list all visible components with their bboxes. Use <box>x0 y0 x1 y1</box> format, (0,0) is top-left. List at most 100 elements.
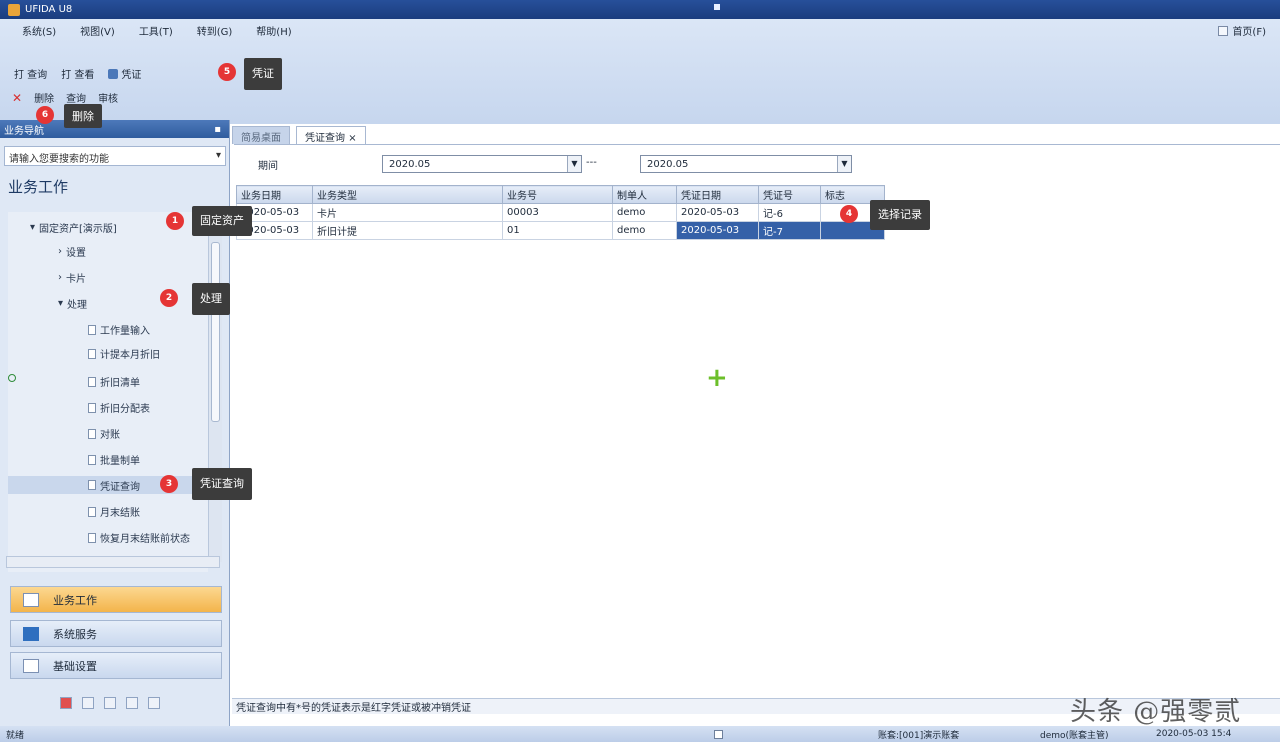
cell[interactable]: 卡片 <box>312 203 503 222</box>
scrollbar-thumb[interactable] <box>211 242 220 422</box>
document-icon <box>88 532 96 543</box>
tree-item-restore[interactable]: 恢复月末结账前状态 <box>88 530 190 545</box>
home-icon <box>1218 25 1229 36</box>
tree-item-workload[interactable]: 工作量输入 <box>88 322 150 337</box>
mini-icon[interactable] <box>82 697 94 709</box>
document-icon <box>88 376 96 387</box>
close-tab-icon[interactable]: × <box>348 133 356 144</box>
delete-button[interactable]: 删除 <box>34 90 54 105</box>
tree-item-depreciation-list[interactable]: 折旧清单 <box>88 374 140 389</box>
tree-label: 设置 <box>66 248 86 259</box>
function-search-input[interactable]: 请输入您要搜索的功能 ▾ <box>4 146 226 166</box>
menu-system[interactable]: 系统(S) <box>22 23 56 38</box>
cell[interactable]: 记-7 <box>758 221 821 240</box>
tab-voucher-query[interactable]: 凭证查询 × <box>296 126 366 144</box>
period-from-select[interactable]: 2020.05 ▼ <box>382 155 582 173</box>
tree-vertical-scrollbar[interactable] <box>208 212 222 562</box>
pin-icon[interactable]: ▪ <box>214 124 221 135</box>
tree-label: 处理 <box>67 300 88 311</box>
cell[interactable]: 2020-05-03 <box>676 203 759 222</box>
query-button-2[interactable]: 查询 <box>66 90 86 105</box>
crosshair-cursor-icon: + <box>706 363 728 393</box>
tree-item-allocation[interactable]: 折旧分配表 <box>88 400 150 415</box>
nav-mini-buttons <box>60 697 160 709</box>
mini-close-icon[interactable] <box>60 697 72 709</box>
cell[interactable]: 记-6 <box>758 203 821 222</box>
tree-item-voucher-query[interactable]: 凭证查询 <box>8 476 208 494</box>
nav-label: 系统服务 <box>53 627 97 641</box>
cell[interactable]: demo <box>612 203 677 222</box>
table-row[interactable]: 2020-05-03 卡片 00003 demo 2020-05-03 记-6 <box>236 203 885 222</box>
tree-label: 恢复月末结账前状态 <box>100 534 190 545</box>
tree-item-settings[interactable]: › 设置 <box>58 244 86 259</box>
status-time: 2020-05-03 15:4 <box>1156 729 1232 739</box>
tree-label: 对账 <box>100 430 120 441</box>
status-dot-icon <box>8 374 16 382</box>
mini-icon[interactable] <box>126 697 138 709</box>
tree-item-depreciation[interactable]: 计提本月折旧 <box>88 346 160 361</box>
step-badge-2: 2 <box>160 289 178 307</box>
dropdown-icon[interactable]: ▾ <box>216 150 221 162</box>
menu-tools[interactable]: 工具(T) <box>139 23 173 38</box>
callout-processing: 处理 <box>192 283 230 315</box>
document-tabs: 简易桌面 凭证查询 × <box>232 126 366 144</box>
voucher-icon <box>108 68 119 79</box>
col-maker[interactable]: 制单人 <box>612 185 677 204</box>
col-voucher-date[interactable]: 凭证日期 <box>676 185 759 204</box>
main-content: 期间 2020.05 ▼ --- 2020.05 ▼ 业务日期 业务类型 业务号… <box>234 144 1280 698</box>
period-from-value: 2020.05 <box>389 158 431 170</box>
nav-base-settings[interactable]: 基础设置 <box>10 652 222 679</box>
menu-goto[interactable]: 转到(G) <box>197 23 233 38</box>
chevron-down-icon[interactable]: ▼ <box>567 156 581 172</box>
menu-help[interactable]: 帮助(H) <box>256 23 291 38</box>
nav-system-service[interactable]: 系统服务 <box>10 620 222 647</box>
cell[interactable]: demo <box>612 221 677 240</box>
home-button[interactable]: 首页(F) <box>1218 23 1266 38</box>
tree-item-cards[interactable]: › 卡片 <box>58 270 86 285</box>
cell[interactable]: 01 <box>502 221 613 240</box>
cell[interactable]: 2020-05-03 <box>676 221 759 240</box>
view-button[interactable]: 打 查看 <box>61 66 94 81</box>
menu-view[interactable]: 视图(V) <box>80 23 115 38</box>
tree-item-processing[interactable]: ▾ 处理 <box>58 296 87 311</box>
range-separator: --- <box>586 157 597 168</box>
grid-header-row: 业务日期 业务类型 业务号 制单人 凭证日期 凭证号 标志 <box>236 185 885 204</box>
audit-button[interactable]: 审核 <box>98 90 118 105</box>
voucher-button[interactable]: 凭证 <box>108 66 141 81</box>
delete-icon[interactable]: ✕ <box>12 91 22 105</box>
period-to-value: 2020.05 <box>647 158 689 170</box>
nav-business-work[interactable]: 业务工作 <box>10 586 222 613</box>
tree-item-fixed-assets[interactable]: ▾ 固定资产[演示版] <box>30 220 117 235</box>
settings-icon <box>23 658 39 673</box>
query-button[interactable]: 打 查询 <box>14 66 47 81</box>
tree-item-reconcile[interactable]: 对账 <box>88 426 120 441</box>
chevron-down-icon[interactable]: ▼ <box>837 156 851 172</box>
table-row-selected[interactable]: 2020-05-03 折旧计提 01 demo 2020-05-03 记-7 <box>236 221 885 240</box>
tree-label: 批量制单 <box>100 456 140 467</box>
window-title: UFIDA U8 <box>25 4 73 15</box>
cell[interactable]: 00003 <box>502 203 613 222</box>
col-business-no[interactable]: 业务号 <box>502 185 613 204</box>
watermark: 头条 @强零贰 <box>1070 697 1242 727</box>
mini-icon[interactable] <box>104 697 116 709</box>
search-placeholder: 请输入您要搜索的功能 <box>9 154 109 165</box>
status-bar: 就绪 账套:[001]演示账套 demo(账套主管) 2020-05-03 15… <box>0 726 1280 742</box>
col-voucher-no[interactable]: 凭证号 <box>758 185 821 204</box>
tree-item-month-end[interactable]: 月末结账 <box>88 504 140 519</box>
menu-bar: 系统(S) 视图(V) 工具(T) 转到(G) 帮助(H) <box>22 23 292 38</box>
status-indicator-icon <box>714 729 723 739</box>
document-icon <box>88 506 96 517</box>
step-badge-1: 1 <box>166 212 184 230</box>
nav-label: 基础设置 <box>53 659 97 673</box>
tree-label: 工作量输入 <box>100 326 150 337</box>
tree-label: 折旧清单 <box>100 378 140 389</box>
tree-item-batch[interactable]: 批量制单 <box>88 452 140 467</box>
tree-horizontal-scrollbar[interactable] <box>6 556 220 568</box>
col-business-date[interactable]: 业务日期 <box>236 185 313 204</box>
tab-simple-desktop[interactable]: 简易桌面 <box>232 126 290 144</box>
collapse-icon: ▾ <box>30 222 36 233</box>
col-business-type[interactable]: 业务类型 <box>312 185 503 204</box>
mini-icon[interactable] <box>148 697 160 709</box>
period-to-select[interactable]: 2020.05 ▼ <box>640 155 852 173</box>
cell[interactable]: 折旧计提 <box>312 221 503 240</box>
